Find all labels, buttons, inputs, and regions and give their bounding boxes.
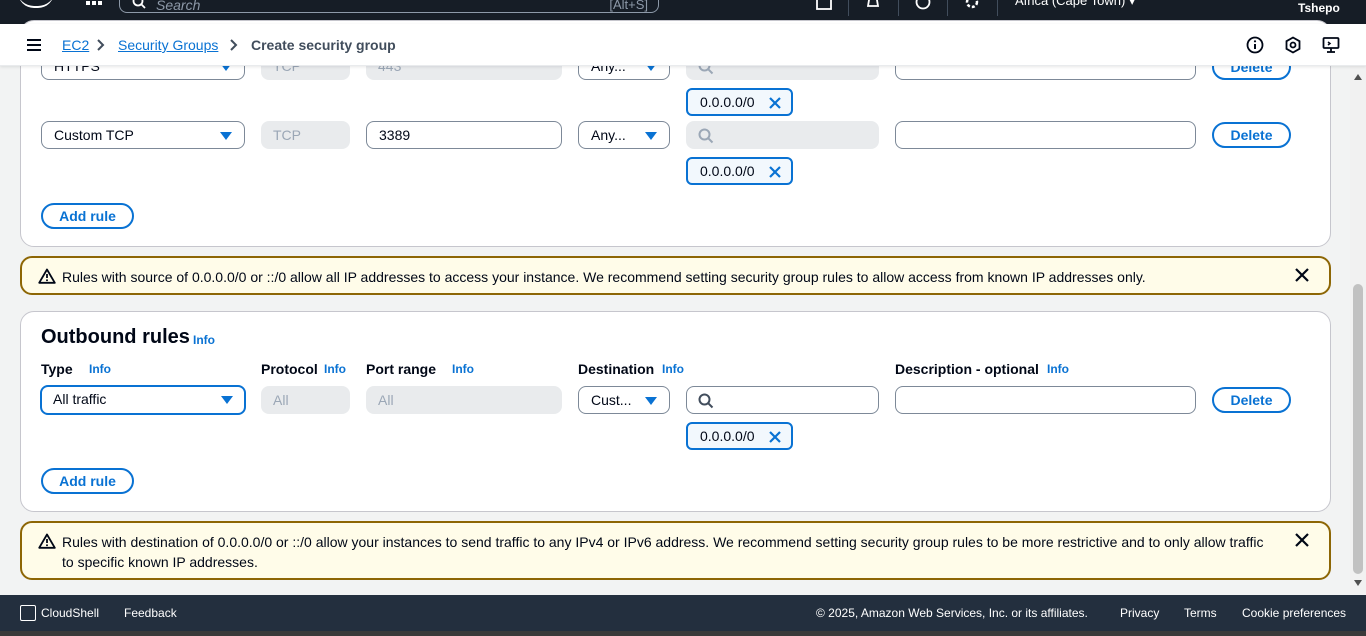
inbound-rule-2-protocol: TCP bbox=[261, 121, 350, 149]
search-shortcut: [Alt+S] bbox=[609, 0, 648, 12]
close-icon[interactable] bbox=[768, 430, 782, 444]
outbound-rule-cidr-search[interactable] bbox=[686, 386, 879, 414]
warning-icon bbox=[38, 533, 56, 549]
inbound-rule-2-source-select[interactable]: Any... bbox=[578, 121, 670, 149]
outbound-rule-cidr-token: 0.0.0.0/0 bbox=[686, 422, 793, 450]
aws-logo[interactable] bbox=[18, 0, 54, 8]
notifications-icon[interactable] bbox=[1284, 36, 1302, 54]
info-circle-icon[interactable] bbox=[1246, 36, 1264, 54]
inbound-add-rule-button[interactable]: Add rule bbox=[41, 203, 134, 229]
outbound-warning-text: Rules with destination of 0.0.0.0/0 or :… bbox=[62, 534, 1264, 570]
inbound-warning-alert: Rules with source of 0.0.0.0/0 or ::/0 a… bbox=[20, 256, 1331, 295]
chevron-right-icon bbox=[230, 39, 238, 51]
outbound-warning-alert: Rules with destination of 0.0.0.0/0 or :… bbox=[20, 521, 1331, 580]
breadcrumb-bar: EC2 Security Groups Create security grou… bbox=[0, 24, 1366, 66]
type-info-link[interactable]: Info bbox=[89, 362, 111, 376]
close-icon[interactable] bbox=[768, 165, 782, 179]
screen-display-icon[interactable] bbox=[1322, 36, 1340, 54]
footer-copyright: © 2025, Amazon Web Services, Inc. or its… bbox=[816, 606, 1088, 620]
cloudshell-top-icon[interactable] bbox=[816, 0, 832, 10]
inbound-rule-2-cidr-token: 0.0.0.0/0 bbox=[686, 157, 793, 185]
footer-terms-link[interactable]: Terms bbox=[1184, 606, 1217, 620]
global-search-input[interactable]: Search [Alt+S] bbox=[119, 0, 659, 13]
outbound-rule-port-range: All bbox=[366, 386, 562, 414]
scrollbar-thumb[interactable] bbox=[1353, 284, 1363, 574]
services-grid-icon[interactable] bbox=[86, 0, 102, 6]
inbound-warning-text: Rules with source of 0.0.0.0/0 or ::/0 a… bbox=[62, 269, 1146, 285]
inbound-rule-2-type-select[interactable]: Custom TCP bbox=[41, 121, 245, 149]
warning-icon bbox=[38, 268, 56, 284]
search-placeholder: Search bbox=[156, 0, 201, 13]
port-range-info-link[interactable]: Info bbox=[452, 362, 474, 376]
column-label-destination: Destination bbox=[578, 361, 655, 377]
menu-hamburger-icon[interactable] bbox=[27, 39, 41, 51]
search-icon bbox=[698, 128, 714, 144]
close-icon[interactable] bbox=[1295, 268, 1309, 282]
column-label-description: Description - optional bbox=[895, 361, 1039, 377]
outbound-rule-delete-button[interactable]: Delete bbox=[1212, 387, 1291, 413]
page-scrollbar[interactable] bbox=[1350, 66, 1366, 594]
footer-feedback-link[interactable]: Feedback bbox=[124, 606, 177, 620]
cloudshell-icon[interactable] bbox=[20, 605, 36, 621]
help-icon[interactable] bbox=[915, 0, 931, 10]
account-user-menu[interactable]: Tshepo bbox=[1298, 1, 1340, 15]
chevron-right-icon bbox=[97, 39, 105, 51]
footer-cloudshell-link[interactable]: CloudShell bbox=[41, 606, 99, 620]
scroll-down-arrow-icon[interactable] bbox=[1354, 580, 1362, 586]
column-label-type: Type bbox=[41, 361, 73, 377]
breadcrumb-current-page: Create security group bbox=[251, 37, 396, 53]
inbound-rule-2-cidr-search[interactable] bbox=[686, 121, 879, 149]
breadcrumb-ec2[interactable]: EC2 bbox=[62, 37, 89, 53]
close-icon[interactable] bbox=[1295, 533, 1309, 547]
breadcrumb-security-groups[interactable]: Security Groups bbox=[118, 37, 218, 53]
outbound-rule-description[interactable] bbox=[895, 386, 1196, 414]
outbound-add-rule-button[interactable]: Add rule bbox=[41, 468, 134, 494]
search-icon bbox=[132, 0, 146, 9]
bell-icon[interactable] bbox=[865, 0, 881, 10]
footer-privacy-link[interactable]: Privacy bbox=[1120, 606, 1159, 620]
close-icon[interactable] bbox=[768, 96, 782, 110]
protocol-info-link[interactable]: Info bbox=[324, 362, 346, 376]
inbound-rule-2-delete-button[interactable]: Delete bbox=[1212, 122, 1291, 148]
destination-info-link[interactable]: Info bbox=[662, 362, 684, 376]
column-label-port-range: Port range bbox=[366, 361, 437, 377]
region-selector[interactable]: Africa (Cape Town) ▾ bbox=[1015, 0, 1135, 9]
outbound-rule-destination-select[interactable]: Cust... bbox=[578, 386, 670, 414]
outbound-rule-protocol: All bbox=[261, 386, 350, 414]
search-icon bbox=[698, 393, 714, 409]
column-label-protocol: Protocol bbox=[261, 361, 318, 377]
footer-cookie-preferences-link[interactable]: Cookie preferences bbox=[1242, 606, 1346, 620]
inbound-rule-1-cidr-token: 0.0.0.0/0 bbox=[686, 88, 793, 116]
inbound-rule-2-description[interactable] bbox=[895, 121, 1196, 149]
outbound-rules-info-link[interactable]: Info bbox=[193, 333, 215, 347]
description-info-link[interactable]: Info bbox=[1047, 362, 1069, 376]
inbound-rule-2-port-input[interactable]: 3389 bbox=[366, 121, 562, 149]
settings-gear-icon[interactable] bbox=[964, 0, 980, 10]
console-footer: CloudShell Feedback © 2025, Amazon Web S… bbox=[0, 595, 1366, 636]
scroll-up-arrow-icon[interactable] bbox=[1354, 74, 1362, 80]
outbound-rules-title: Outbound rules bbox=[41, 326, 190, 348]
outbound-rule-type-select[interactable]: All traffic bbox=[40, 385, 246, 415]
